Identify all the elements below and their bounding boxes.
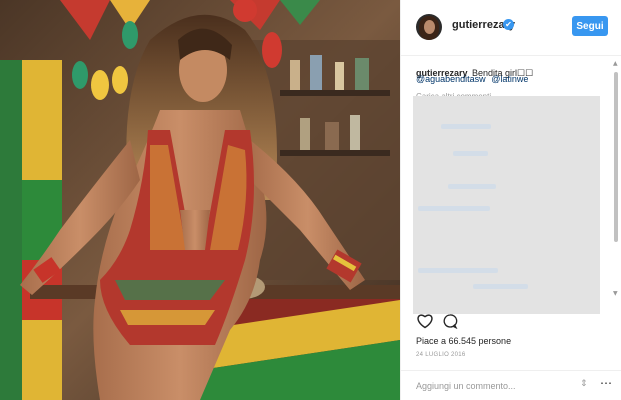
photo-illustration (0, 0, 400, 400)
comments-section: gutierrezary Bendita girl☐☐ @aguabendita… (416, 63, 612, 101)
redacted-comments-area (413, 96, 600, 314)
mention-link[interactable]: @latinwe (491, 74, 528, 84)
caption-mentions: @aguabenditasw @latinwe (416, 74, 531, 84)
post-header: gutierrezary ✔ Segui (400, 0, 621, 56)
avatar[interactable] (416, 14, 442, 40)
redacted-comment-line (453, 151, 488, 156)
redacted-comment-line (441, 124, 491, 129)
redacted-comment-line (418, 268, 498, 273)
post-actions (416, 313, 476, 333)
follow-button[interactable]: Segui (572, 16, 608, 36)
resize-toggle-icon[interactable]: ⇕ (580, 379, 588, 389)
add-comment-bar: ⇕ ⋯ (400, 370, 621, 400)
post-photo[interactable] (0, 0, 400, 400)
comments-scrollbar[interactable]: ▲ ▼ (613, 60, 619, 300)
comment-input[interactable] (416, 379, 566, 393)
scroll-down-arrow-icon[interactable]: ▼ (613, 290, 618, 297)
verified-badge-icon: ✔ (503, 19, 514, 30)
avatar-face-shape (424, 20, 435, 34)
comment-bubble-icon[interactable] (442, 313, 458, 329)
redacted-comment-line (448, 184, 496, 189)
mention-link[interactable]: @aguabenditasw (416, 74, 486, 84)
likes-count[interactable]: Piace a 66.545 persone (416, 336, 511, 346)
redacted-comment-line (418, 206, 490, 211)
heart-icon[interactable] (416, 313, 434, 329)
post-date: 24 LUGLIO 2016 (416, 352, 466, 358)
scroll-up-arrow-icon[interactable]: ▲ (613, 60, 618, 67)
redacted-comment-line (473, 284, 528, 289)
scrollbar-thumb[interactable] (614, 72, 618, 242)
more-options-icon[interactable]: ⋯ (600, 376, 612, 390)
